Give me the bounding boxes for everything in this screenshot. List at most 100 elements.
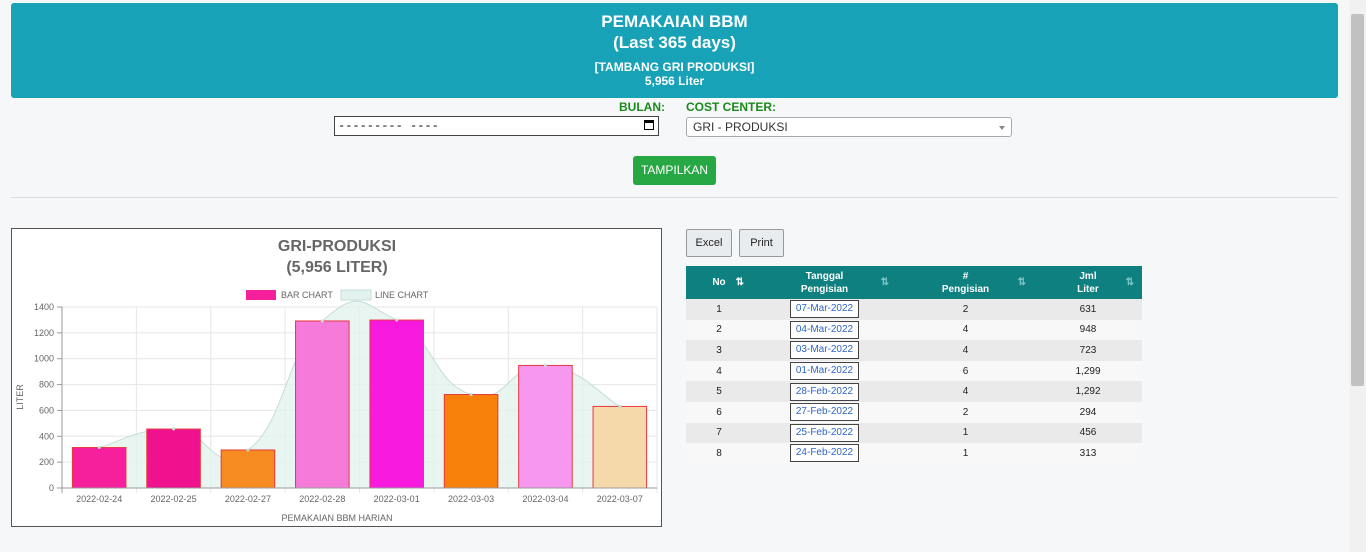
x-axis-label: PEMAKAIAN BBM HARIAN	[281, 513, 392, 523]
bar-2022-02-27[interactable]	[220, 449, 276, 489]
sort-icon[interactable]: ⇅	[881, 276, 889, 289]
col-no[interactable]: No ⇅	[686, 266, 752, 299]
table-row: 7 25-Feb-2022 1 456	[686, 422, 1142, 444]
table-row: 2 04-Mar-2022 4 948	[686, 319, 1142, 341]
cell-tanggal: 01-Mar-2022	[752, 360, 897, 382]
cell-tanggal: 25-Feb-2022	[752, 422, 897, 444]
cell-no: 3	[686, 340, 752, 361]
line-point[interactable]	[320, 319, 324, 323]
line-point[interactable]	[395, 318, 399, 322]
calendar-icon[interactable]	[644, 120, 654, 130]
date-link[interactable]: 25-Feb-2022	[789, 423, 860, 442]
bar-2022-03-07[interactable]	[592, 405, 648, 489]
cell-liter: 456	[1034, 422, 1142, 444]
cell-tanggal: 24-Feb-2022	[752, 443, 897, 464]
y-tick-label: 200	[39, 457, 54, 467]
cell-liter: 294	[1034, 401, 1142, 423]
cell-no: 7	[686, 422, 752, 444]
x-tick-label: 2022-03-07	[597, 494, 643, 504]
cell-no: 6	[686, 401, 752, 423]
y-tick-label: 1200	[34, 328, 54, 338]
page-subtitle: (Last 365 days)	[613, 33, 736, 52]
date-link[interactable]: 03-Mar-2022	[789, 341, 860, 360]
sort-icon[interactable]: ⇅	[736, 276, 744, 289]
fuel-table: No ⇅ Tanggal Pengisian ⇅ # Pengisian ⇅ J…	[686, 266, 1142, 464]
cell-liter: 1,299	[1034, 360, 1142, 382]
cell-liter: 313	[1034, 443, 1142, 464]
cost-center-select[interactable]: GRI - PRODUKSI	[686, 117, 1012, 137]
col-liter[interactable]: Jml Liter ⇅	[1034, 266, 1142, 299]
table-header-row: No ⇅ Tanggal Pengisian ⇅ # Pengisian ⇅ J…	[686, 266, 1142, 299]
cell-liter: 1,292	[1034, 381, 1142, 402]
sort-icon[interactable]: ⇅	[1018, 276, 1026, 289]
bulan-value: --------- ----	[338, 119, 439, 133]
bar-2022-02-24[interactable]	[71, 447, 127, 489]
y-tick-label: 0	[49, 483, 54, 493]
bar-2022-03-04[interactable]	[518, 364, 573, 489]
table-row: 8 24-Feb-2022 1 313	[686, 443, 1142, 464]
date-link[interactable]: 01-Mar-2022	[789, 362, 860, 381]
line-point[interactable]	[246, 448, 250, 452]
x-tick-label: 2022-03-01	[374, 494, 420, 504]
sort-icon[interactable]: ⇅	[1126, 276, 1134, 289]
line-point[interactable]	[543, 363, 547, 367]
scrollbar-thumb[interactable]	[1351, 14, 1364, 386]
bar-2022-02-25[interactable]	[146, 428, 201, 489]
legend-bar-label[interactable]: BAR CHART	[281, 290, 333, 300]
chart-legend[interactable]: BAR CHART LINE CHART	[246, 289, 429, 301]
date-link[interactable]: 07-Mar-2022	[789, 300, 860, 319]
bar-2022-03-03[interactable]	[443, 394, 499, 489]
date-link[interactable]: 04-Mar-2022	[789, 320, 860, 339]
cell-pengisian: 6	[897, 360, 1034, 382]
line-point[interactable]	[469, 393, 473, 397]
print-button[interactable]: Print	[739, 229, 784, 257]
cost-center-label: COST CENTER:	[686, 100, 776, 114]
line-point[interactable]	[97, 446, 101, 450]
col-no-label: No	[712, 277, 726, 288]
col-tanggal-label-2: Pengisian	[800, 283, 849, 295]
legend-line-label[interactable]: LINE CHART	[375, 290, 429, 300]
line-point[interactable]	[172, 427, 176, 431]
divider	[11, 197, 1338, 198]
cell-tanggal: 27-Feb-2022	[752, 401, 897, 423]
cell-liter: 948	[1034, 319, 1142, 341]
cell-pengisian: 1	[897, 443, 1034, 464]
bulan-input[interactable]: --------- ----	[334, 116, 659, 136]
date-link[interactable]: 27-Feb-2022	[789, 403, 860, 422]
cell-liter: 631	[1034, 299, 1142, 320]
x-tick-label: 2022-02-28	[299, 494, 345, 504]
bar-2022-02-28[interactable]	[295, 320, 350, 489]
y-tick-label: 600	[39, 405, 54, 415]
cell-no: 8	[686, 443, 752, 464]
x-tick-label: 2022-02-24	[76, 494, 122, 504]
table-row: 3 03-Mar-2022 4 723	[686, 340, 1142, 361]
cell-no: 4	[686, 360, 752, 382]
col-pengisian-label-2: Pengisian	[941, 283, 990, 295]
y-tick-label: 1400	[34, 302, 54, 312]
page-title: PEMAKAIAN BBM	[601, 12, 748, 31]
table-row: 4 01-Mar-2022 6 1,299	[686, 360, 1142, 382]
tampilkan-button[interactable]: TAMPILKAN	[633, 156, 716, 185]
cell-tanggal: 28-Feb-2022	[752, 381, 897, 402]
cell-pengisian: 4	[897, 381, 1034, 402]
x-tick-label: 2022-02-25	[151, 494, 197, 504]
excel-button[interactable]: Excel	[686, 229, 732, 257]
chart-subtitle: (5,956 LITER)	[286, 259, 387, 276]
bar-2022-03-01[interactable]	[369, 319, 424, 489]
col-tanggal-label-1: Tanggal	[805, 270, 844, 282]
x-tick-label: 2022-02-27	[225, 494, 271, 504]
fuel-chart: GRI-PRODUKSI (5,956 LITER) BAR CHART LIN…	[15, 238, 658, 523]
page-scrollbar[interactable]	[1349, 0, 1366, 552]
cell-tanggal: 04-Mar-2022	[752, 319, 897, 341]
line-point[interactable]	[618, 404, 622, 408]
col-pengisian[interactable]: # Pengisian ⇅	[897, 266, 1034, 299]
date-link[interactable]: 28-Feb-2022	[789, 382, 860, 401]
y-tick-label: 1000	[34, 354, 54, 364]
legend-bar-swatch[interactable]	[246, 290, 276, 300]
table-row: 1 07-Mar-2022 2 631	[686, 299, 1142, 320]
col-tanggal[interactable]: Tanggal Pengisian ⇅	[752, 266, 897, 299]
legend-line-swatch[interactable]	[340, 289, 372, 301]
date-link[interactable]: 24-Feb-2022	[789, 444, 860, 463]
bulan-label: BULAN:	[619, 100, 665, 114]
cell-pengisian: 1	[897, 422, 1034, 444]
